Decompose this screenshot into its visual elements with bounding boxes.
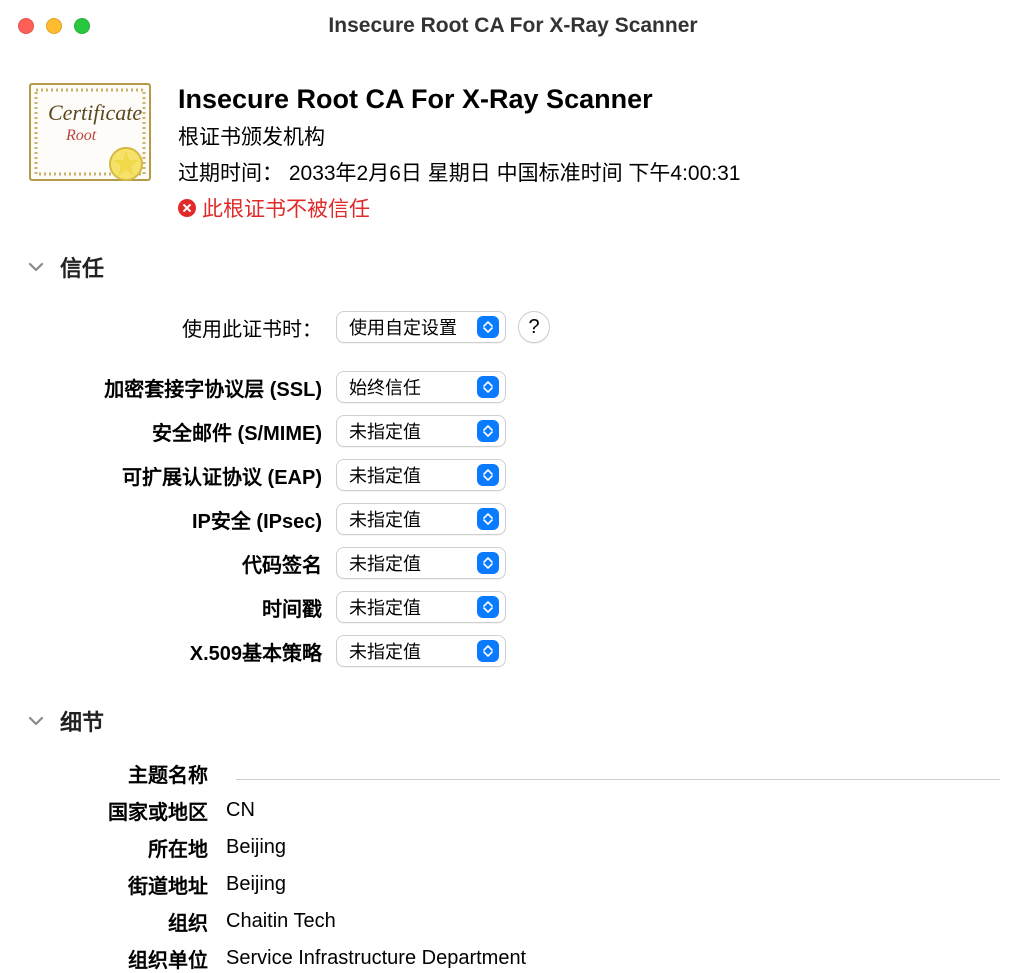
- use-cert-select[interactable]: 使用自定设置: [336, 311, 506, 343]
- details-body: 主题名称 国家或地区 CN 所在地 Beijing 街道地址 Beijing 组…: [26, 759, 1000, 973]
- detail-org-value: Chaitin Tech: [226, 910, 336, 933]
- help-icon: ?: [528, 316, 539, 339]
- updown-icon: [477, 376, 499, 398]
- certificate-header: Certificate Root Insecure Root CA For X-…: [26, 84, 1000, 223]
- detail-org-row: 组织 Chaitin Tech: [26, 907, 1000, 936]
- updown-icon: [477, 420, 499, 442]
- trust-section-header[interactable]: 信任: [26, 251, 1000, 283]
- detail-country-value: CN: [226, 799, 255, 822]
- certificate-expiry: 过期时间： 2033年2月6日 星期日 中国标准时间 下午4:00:31: [178, 157, 741, 187]
- trust-eap-label: 可扩展认证协议 (EAP): [26, 461, 336, 490]
- trust-ssl-select[interactable]: 始终信任: [336, 371, 506, 403]
- trust-x509-select[interactable]: 未指定值: [336, 635, 506, 667]
- certificate-name: Insecure Root CA For X-Ray Scanner: [178, 84, 741, 115]
- use-cert-row: 使用此证书时： 使用自定设置 ?: [26, 311, 1000, 343]
- certificate-status-text: 此根证书不被信任: [202, 193, 370, 223]
- detail-orgunit-row: 组织单位 Service Infrastructure Department: [26, 944, 1000, 973]
- expiry-value: 2033年2月6日 星期日 中国标准时间 下午4:00:31: [289, 162, 741, 185]
- detail-locality-value: Beijing: [226, 836, 286, 859]
- updown-icon: [477, 316, 499, 338]
- trust-ipsec-value: 未指定值: [349, 506, 421, 532]
- trust-smime-row: 安全邮件 (S/MIME) 未指定值: [26, 415, 1000, 447]
- svg-text:Root: Root: [65, 127, 97, 144]
- certificate-trust-status: 此根证书不被信任: [178, 193, 741, 223]
- trust-eap-select[interactable]: 未指定值: [336, 459, 506, 491]
- trust-x509-label: X.509基本策略: [26, 637, 336, 666]
- trust-smime-value: 未指定值: [349, 418, 421, 444]
- trust-ipsec-label: IP安全 (IPsec): [26, 505, 336, 534]
- use-cert-label: 使用此证书时：: [26, 313, 336, 342]
- updown-icon: [477, 596, 499, 618]
- fullscreen-window-button[interactable]: [74, 18, 90, 34]
- trust-form: 使用此证书时： 使用自定设置 ? 加密套接字协议层 (SSL) 始终信任: [26, 311, 1000, 667]
- trust-ssl-row: 加密套接字协议层 (SSL) 始终信任: [26, 371, 1000, 403]
- updown-icon: [477, 464, 499, 486]
- trust-ipsec-row: IP安全 (IPsec) 未指定值: [26, 503, 1000, 535]
- certificate-icon: Certificate Root: [26, 78, 154, 190]
- trust-ipsec-select[interactable]: 未指定值: [336, 503, 506, 535]
- detail-street-value: Beijing: [226, 873, 286, 896]
- detail-street-label: 街道地址: [26, 870, 226, 899]
- detail-country-label: 国家或地区: [26, 796, 226, 825]
- trust-x509-row: X.509基本策略 未指定值: [26, 635, 1000, 667]
- chevron-down-icon: [26, 711, 46, 731]
- window-controls: [18, 18, 90, 34]
- certificate-authority-type: 根证书颁发机构: [178, 121, 741, 151]
- detail-org-label: 组织: [26, 907, 226, 936]
- updown-icon: [477, 508, 499, 530]
- use-cert-select-value: 使用自定设置: [349, 314, 457, 340]
- trust-ssl-label: 加密套接字协议层 (SSL): [26, 373, 336, 402]
- window-title: Insecure Root CA For X-Ray Scanner: [0, 14, 1026, 38]
- trust-ssl-value: 始终信任: [349, 374, 421, 400]
- expiry-label: 过期时间：: [178, 162, 283, 185]
- trust-codesign-label: 代码签名: [26, 549, 336, 578]
- trust-eap-row: 可扩展认证协议 (EAP) 未指定值: [26, 459, 1000, 491]
- updown-icon: [477, 640, 499, 662]
- details-section-title: 细节: [60, 705, 104, 737]
- detail-street-row: 街道地址 Beijing: [26, 870, 1000, 899]
- updown-icon: [477, 552, 499, 574]
- detail-orgunit-value: Service Infrastructure Department: [226, 947, 526, 970]
- trust-codesign-value: 未指定值: [349, 550, 421, 576]
- trust-timestamp-label: 时间戳: [26, 593, 336, 622]
- trust-codesign-select[interactable]: 未指定值: [336, 547, 506, 579]
- trust-timestamp-value: 未指定值: [349, 594, 421, 620]
- trust-codesign-row: 代码签名 未指定值: [26, 547, 1000, 579]
- svg-text:Certificate: Certificate: [48, 100, 142, 125]
- trust-section-title: 信任: [60, 251, 104, 283]
- help-button[interactable]: ?: [518, 311, 550, 343]
- trust-x509-value: 未指定值: [349, 638, 421, 664]
- certificate-header-text: Insecure Root CA For X-Ray Scanner 根证书颁发…: [178, 84, 741, 223]
- trust-timestamp-select[interactable]: 未指定值: [336, 591, 506, 623]
- detail-country-row: 国家或地区 CN: [26, 796, 1000, 825]
- trust-timestamp-row: 时间戳 未指定值: [26, 591, 1000, 623]
- trust-eap-value: 未指定值: [349, 462, 421, 488]
- details-section: 细节 主题名称 国家或地区 CN 所在地 Beijing 街道地址 Beijin…: [26, 705, 1000, 973]
- content: Certificate Root Insecure Root CA For X-…: [0, 52, 1026, 973]
- details-section-header[interactable]: 细节: [26, 705, 1000, 737]
- trust-section: 信任 使用此证书时： 使用自定设置 ? 加密套接字协议层 (SSL): [26, 251, 1000, 667]
- titlebar: Insecure Root CA For X-Ray Scanner: [0, 0, 1026, 52]
- minimize-window-button[interactable]: [46, 18, 62, 34]
- close-window-button[interactable]: [18, 18, 34, 34]
- chevron-down-icon: [26, 257, 46, 277]
- trust-smime-select[interactable]: 未指定值: [336, 415, 506, 447]
- divider: [236, 779, 1000, 780]
- detail-locality-row: 所在地 Beijing: [26, 833, 1000, 862]
- error-icon: [178, 199, 196, 217]
- detail-orgunit-label: 组织单位: [26, 944, 226, 973]
- trust-smime-label: 安全邮件 (S/MIME): [26, 417, 336, 446]
- subject-name-heading: 主题名称: [26, 759, 226, 788]
- subject-name-heading-row: 主题名称: [26, 759, 1000, 788]
- detail-locality-label: 所在地: [26, 833, 226, 862]
